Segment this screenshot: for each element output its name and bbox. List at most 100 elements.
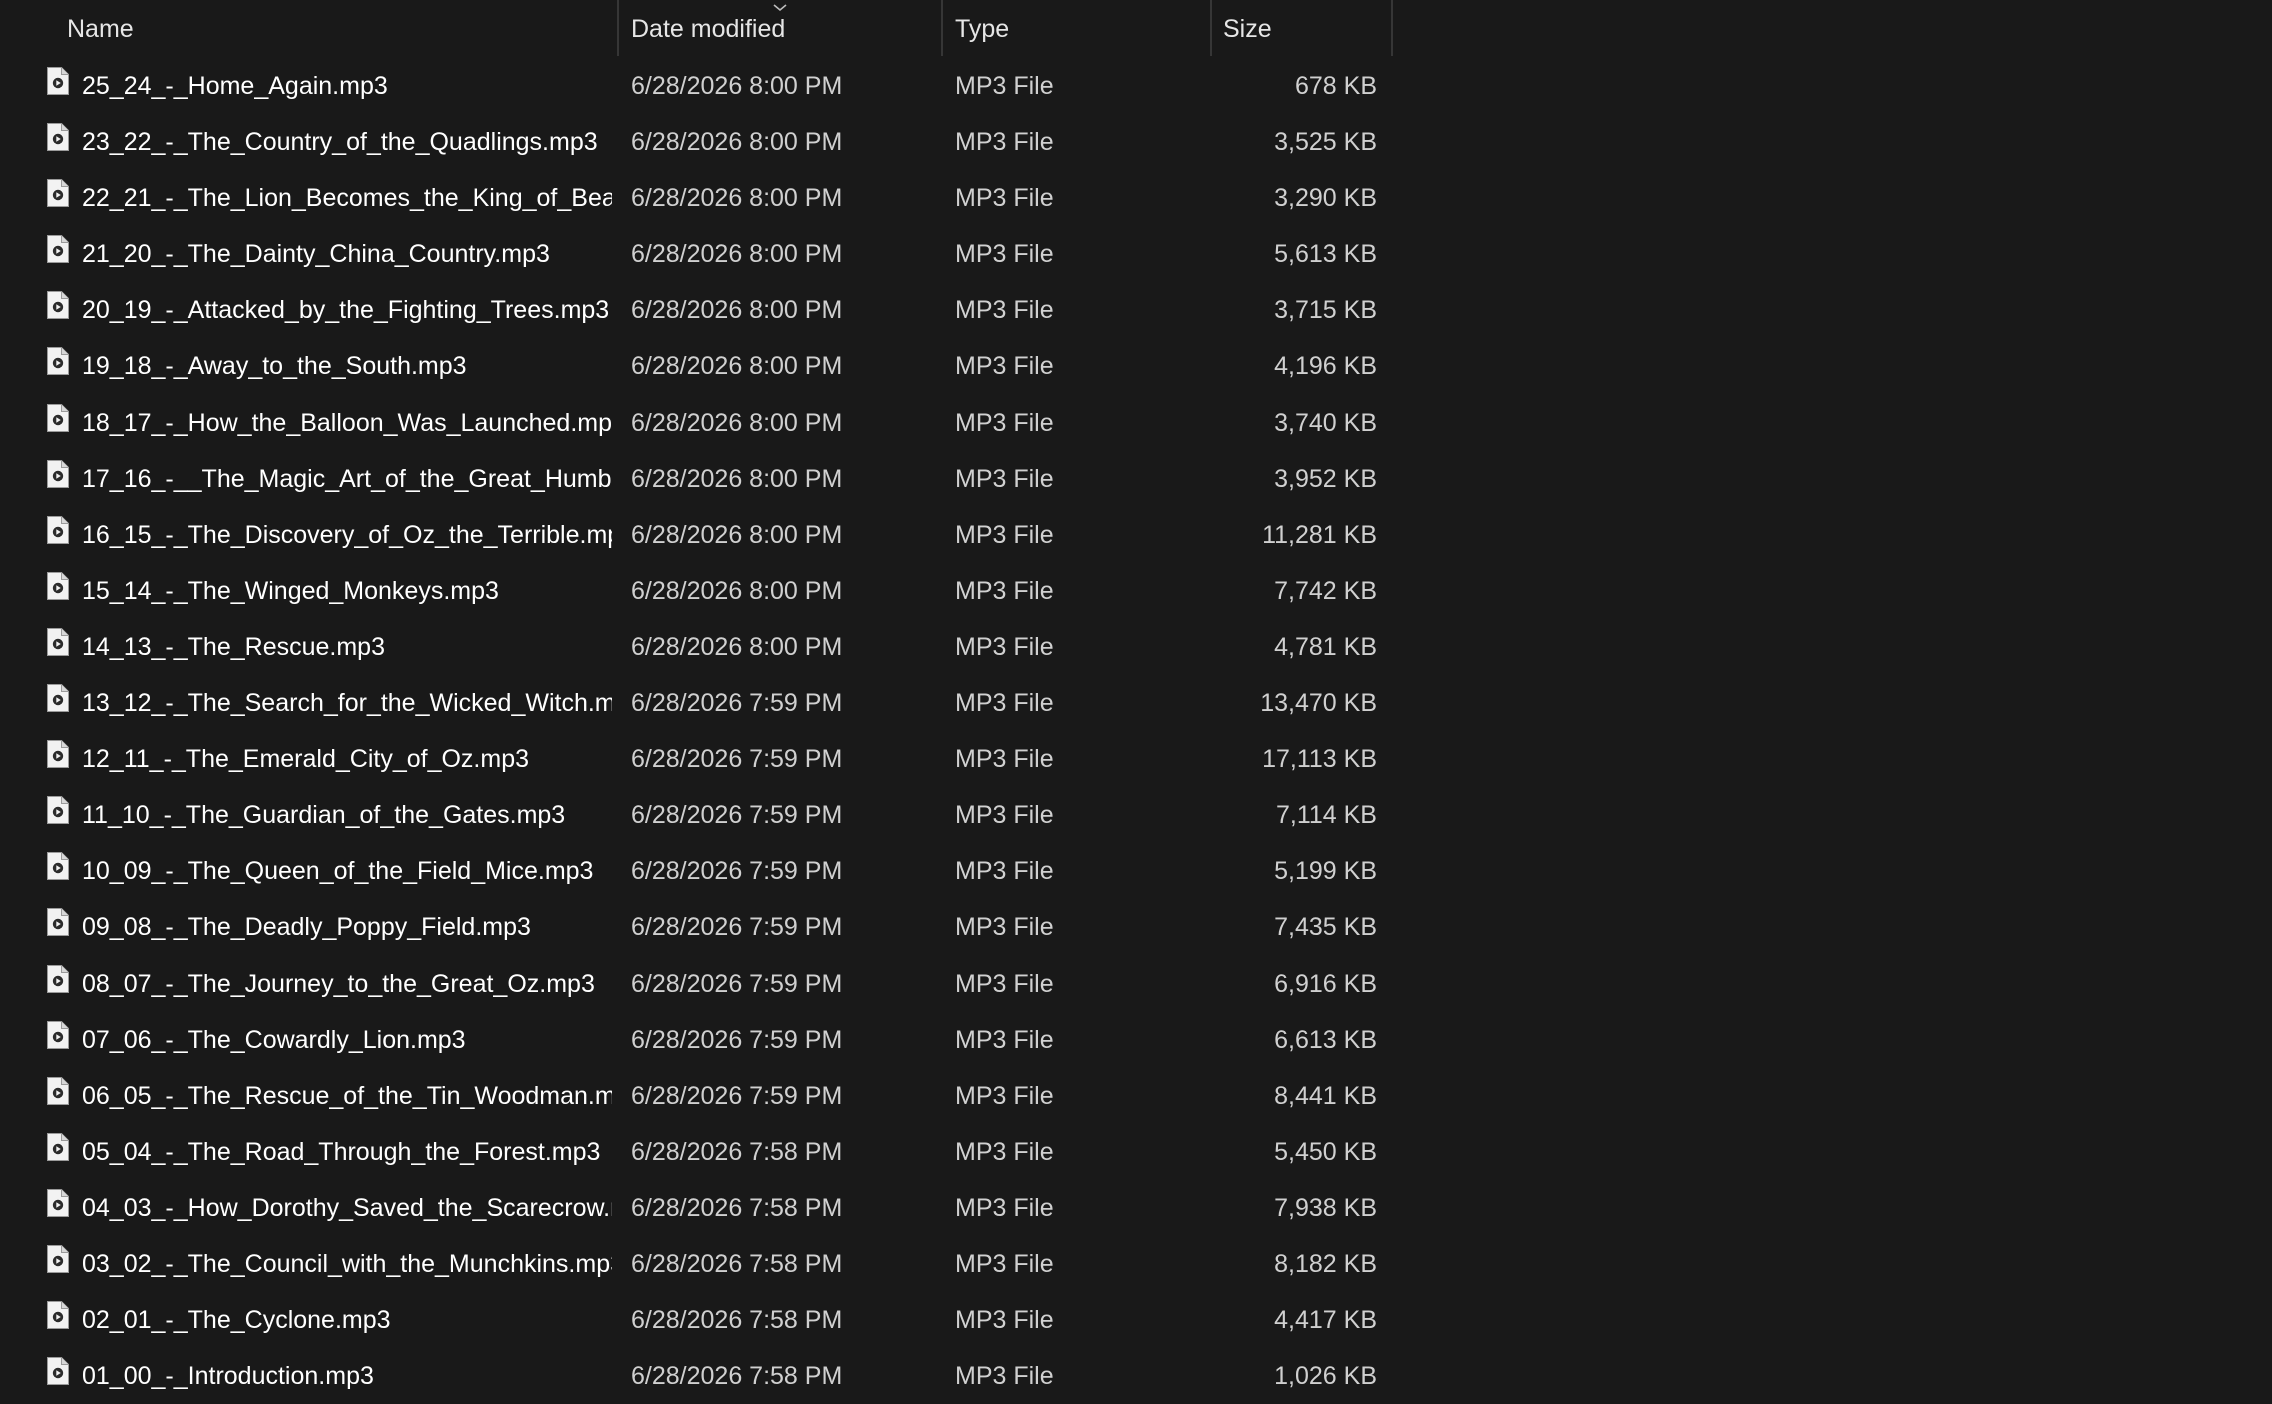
file-type: MP3 File	[955, 464, 1054, 493]
mp3-file-icon	[47, 403, 69, 432]
file-date-modified: 6/28/2026 7:59 PM	[631, 801, 843, 830]
file-type: MP3 File	[955, 520, 1054, 549]
file-name: 11_10_-_The_Guardian_of_the_Gates.mp3	[82, 801, 566, 830]
file-row[interactable]: 12_11_-_The_Emerald_City_of_Oz.mp3 6/28/…	[0, 731, 1392, 787]
file-date-modified: 6/28/2026 8:00 PM	[631, 240, 843, 269]
file-name: 05_04_-_The_Road_Through_the_Forest.mp3	[82, 1137, 601, 1166]
column-header-size-label: Size	[1223, 14, 1272, 43]
file-row[interactable]: 06_05_-_The_Rescue_of_the_Tin_Woodman.mp…	[0, 1068, 1392, 1124]
mp3-file-icon	[47, 740, 69, 769]
file-name: 19_18_-_Away_to_the_South.mp3	[82, 352, 467, 381]
file-date-modified: 6/28/2026 8:00 PM	[631, 128, 843, 157]
file-type: MP3 File	[955, 801, 1054, 830]
file-size: 7,435 KB	[1274, 913, 1377, 942]
column-header-date-label: Date modified	[631, 14, 786, 43]
file-size: 3,525 KB	[1274, 128, 1377, 157]
file-size: 6,613 KB	[1274, 1025, 1377, 1054]
column-header-type-label: Type	[955, 14, 1010, 43]
file-date-modified: 6/28/2026 7:58 PM	[631, 1193, 843, 1222]
file-size: 4,417 KB	[1274, 1306, 1377, 1335]
mp3-file-icon	[47, 627, 69, 656]
file-type: MP3 File	[955, 240, 1054, 269]
file-name: 23_22_-_The_Country_of_the_Quadlings.mp3	[82, 128, 598, 157]
file-row[interactable]: 05_04_-_The_Road_Through_the_Forest.mp3 …	[0, 1124, 1392, 1180]
file-size: 7,114 KB	[1275, 801, 1377, 830]
mp3-file-icon	[47, 1076, 69, 1105]
file-name: 25_24_-_Home_Again.mp3	[82, 72, 388, 100]
mp3-file-icon	[47, 1132, 69, 1161]
file-row[interactable]: 13_12_-_The_Search_for_the_Wicked_Witch.…	[0, 675, 1392, 731]
file-name: 20_19_-_Attacked_by_the_Fighting_Trees.m…	[82, 296, 610, 325]
file-name: 08_07_-_The_Journey_to_the_Great_Oz.mp3	[82, 969, 595, 998]
file-name: 01_00_-_Introduction.mp3	[82, 1362, 374, 1391]
file-type: MP3 File	[955, 128, 1054, 157]
mp3-file-icon	[47, 347, 69, 376]
file-name: 16_15_-_The_Discovery_of_Oz_the_Terrible…	[82, 520, 612, 549]
chevron-down-icon	[773, 4, 787, 12]
mp3-file-icon	[47, 1188, 69, 1217]
file-row[interactable]: 17_16_-__The_Magic_Art_of_the_Great_Humb…	[0, 451, 1392, 507]
mp3-file-icon	[47, 67, 69, 95]
mp3-file-icon	[47, 123, 69, 152]
file-row[interactable]: 19_18_-_Away_to_the_South.mp3 6/28/2026 …	[0, 338, 1392, 394]
file-size: 1,026 KB	[1274, 1362, 1377, 1391]
mp3-file-icon	[47, 1244, 69, 1273]
file-row[interactable]: 20_19_-_Attacked_by_the_Fighting_Trees.m…	[0, 282, 1392, 338]
file-row[interactable]: 15_14_-_The_Winged_Monkeys.mp3 6/28/2026…	[0, 563, 1392, 619]
file-size: 5,613 KB	[1274, 240, 1377, 269]
file-row[interactable]: 21_20_-_The_Dainty_China_Country.mp3 6/2…	[0, 226, 1392, 282]
file-type: MP3 File	[955, 1137, 1054, 1166]
file-date-modified: 6/28/2026 7:59 PM	[631, 1025, 843, 1054]
file-name: 17_16_-__The_Magic_Art_of_the_Great_Humb…	[82, 464, 612, 493]
file-row[interactable]: 02_01_-_The_Cyclone.mp3 6/28/2026 7:58 P…	[0, 1292, 1392, 1348]
file-type: MP3 File	[955, 1306, 1054, 1335]
file-row[interactable]: 08_07_-_The_Journey_to_the_Great_Oz.mp3 …	[0, 956, 1392, 1012]
file-date-modified: 6/28/2026 7:58 PM	[631, 1362, 843, 1391]
file-row[interactable]: 04_03_-_How_Dorothy_Saved_the_Scarecrow.…	[0, 1180, 1392, 1236]
file-date-modified: 6/28/2026 8:00 PM	[631, 352, 843, 381]
file-size: 13,470 KB	[1260, 689, 1377, 718]
file-row[interactable]: 01_00_-_Introduction.mp3 6/28/2026 7:58 …	[0, 1348, 1392, 1404]
column-header-type[interactable]: Type	[943, 0, 1211, 58]
file-size: 5,450 KB	[1274, 1137, 1377, 1166]
file-date-modified: 6/28/2026 7:59 PM	[631, 969, 843, 998]
file-size: 7,742 KB	[1274, 576, 1377, 605]
mp3-file-icon	[47, 459, 69, 488]
file-type: MP3 File	[955, 1249, 1054, 1278]
mp3-file-icon	[47, 908, 69, 937]
file-date-modified: 6/28/2026 7:59 PM	[631, 913, 843, 942]
file-row[interactable]: 03_02_-_The_Council_with_the_Munchkins.m…	[0, 1236, 1392, 1292]
file-name: 04_03_-_How_Dorothy_Saved_the_Scarecrow.…	[82, 1193, 612, 1222]
file-date-modified: 6/28/2026 7:59 PM	[631, 689, 843, 718]
file-type: MP3 File	[955, 1025, 1054, 1054]
file-date-modified: 6/28/2026 7:58 PM	[631, 1249, 843, 1278]
file-row[interactable]: 18_17_-_How_the_Balloon_Was_Launched.mp3…	[0, 395, 1392, 451]
file-row[interactable]: 22_21_-_The_Lion_Becomes_the_King_of_Bea…	[0, 170, 1392, 226]
mp3-file-icon	[47, 235, 69, 264]
mp3-file-icon	[47, 1357, 69, 1386]
file-date-modified: 6/28/2026 8:00 PM	[631, 632, 843, 661]
file-row[interactable]: 11_10_-_The_Guardian_of_the_Gates.mp3 6/…	[0, 787, 1392, 843]
file-name: 02_01_-_The_Cyclone.mp3	[82, 1306, 391, 1335]
column-header-row: Name Date modified Type Size	[0, 0, 1393, 58]
file-row[interactable]: 09_08_-_The_Deadly_Poppy_Field.mp3 6/28/…	[0, 899, 1392, 955]
file-size: 678 KB	[1294, 72, 1377, 100]
file-row[interactable]: 16_15_-_The_Discovery_of_Oz_the_Terrible…	[0, 507, 1392, 563]
column-header-size[interactable]: Size	[1211, 0, 1391, 58]
file-size: 8,182 KB	[1274, 1249, 1377, 1278]
mp3-file-icon	[47, 1020, 69, 1049]
file-row[interactable]: 25_24_-_Home_Again.mp3 6/28/2026 8:00 PM…	[0, 58, 1392, 114]
file-row[interactable]: 23_22_-_The_Country_of_the_Quadlings.mp3…	[0, 114, 1392, 170]
file-type: MP3 File	[955, 184, 1054, 213]
file-size: 5,199 KB	[1274, 857, 1377, 886]
column-divider[interactable]	[1391, 0, 1393, 56]
mp3-file-icon	[47, 515, 69, 544]
file-row[interactable]: 14_13_-_The_Rescue.mp3 6/28/2026 8:00 PM…	[0, 619, 1392, 675]
file-row[interactable]: 07_06_-_The_Cowardly_Lion.mp3 6/28/2026 …	[0, 1012, 1392, 1068]
file-size: 6,916 KB	[1274, 969, 1377, 998]
column-header-name[interactable]: Name	[55, 0, 618, 58]
file-type: MP3 File	[955, 352, 1054, 381]
file-size: 7,938 KB	[1274, 1193, 1377, 1222]
file-name: 03_02_-_The_Council_with_the_Munchkins.m…	[82, 1249, 612, 1278]
file-row[interactable]: 10_09_-_The_Queen_of_the_Field_Mice.mp3 …	[0, 843, 1392, 899]
